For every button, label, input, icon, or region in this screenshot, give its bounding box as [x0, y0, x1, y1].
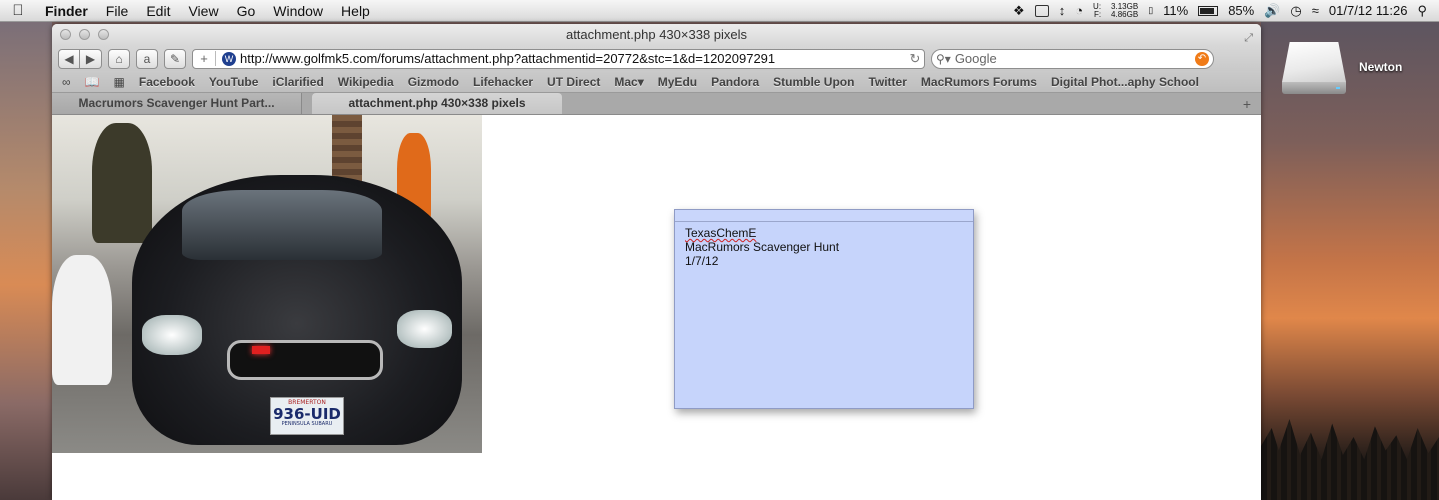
close-window-button[interactable] [60, 29, 71, 40]
search-icon: ⚲▾ [936, 51, 951, 66]
photo-man-kneeling [52, 255, 112, 385]
menu-file[interactable]: File [97, 3, 138, 19]
menu-help[interactable]: Help [332, 3, 379, 19]
photo-license-plate: BREMERTON 936-UID PENINSULA SUBARU [270, 397, 344, 435]
photo-grille [227, 340, 383, 380]
top-sites-grid-icon[interactable]: ▦ [114, 75, 125, 89]
zoom-window-button[interactable] [98, 29, 109, 40]
menu-window[interactable]: Window [264, 3, 332, 19]
bookmark-facebook[interactable]: Facebook [139, 75, 195, 89]
search-placeholder: Google [954, 51, 997, 66]
photo-red-light [252, 346, 270, 354]
menu-go[interactable]: Go [228, 3, 265, 19]
tab-bar: Macrumors Scavenger Hunt Part... attachm… [52, 93, 1261, 115]
clock-icon[interactable]: ◷ [1290, 3, 1301, 19]
tab-attachment[interactable]: attachment.php 430×338 pixels [312, 93, 562, 114]
reload-icon[interactable]: ↻ [906, 51, 924, 67]
volume-icon[interactable]: 🔊 [1264, 3, 1280, 19]
plate-number: 936-UID [273, 405, 341, 423]
page-content: BREMERTON 936-UID PENINSULA SUBARU Texas… [52, 115, 1261, 485]
url-text[interactable]: http://www.golfmk5.com/forums/attachment… [240, 51, 906, 66]
bookmark-lifehacker[interactable]: Lifehacker [473, 75, 533, 89]
sync-arrows-icon[interactable]: ↕ [1059, 3, 1066, 18]
photo-officer [92, 123, 152, 243]
photo-windshield [182, 190, 382, 260]
bookmark-mac-folder[interactable]: Mac▾ [614, 75, 643, 89]
browser-toolbar: ◀ ▶ ⌂ a ✎ + W http://www.golfmk5.com/for… [52, 46, 1261, 71]
hard-drive-icon[interactable] [1282, 42, 1346, 94]
bookmark-pandora[interactable]: Pandora [711, 75, 759, 89]
wifi-icon[interactable]: ≈ [1312, 3, 1319, 18]
home-button[interactable]: ⌂ [108, 48, 130, 69]
bookmark-digital-photography-school[interactable]: Digital Phot...aphy School [1051, 75, 1199, 89]
desktop-wallpaper-left [0, 22, 52, 500]
fullscreen-icon[interactable]: ⤢ [1244, 27, 1253, 49]
menu-edit[interactable]: Edit [137, 3, 179, 19]
note-line-date[interactable]: 1/7/12 [685, 254, 963, 268]
back-button[interactable]: ◀ [58, 48, 80, 69]
menu-status-area: ❖ ↕ ◔ U: F: 3.13GB 4.86GB ▯ 11% 85% 🔊 ◷ ≈ … [1013, 0, 1439, 21]
drive-label[interactable]: Newton [1359, 60, 1402, 74]
time-machine-icon[interactable]: ◔ [1075, 3, 1083, 18]
bookmark-iclarified[interactable]: iClarified [272, 75, 323, 89]
address-bar[interactable]: + W http://www.golfmk5.com/forums/attach… [192, 48, 925, 69]
plate-bottom-text: PENINSULA SUBARU [281, 421, 333, 427]
menu-clock[interactable]: 01/7/12 11:26 [1329, 3, 1408, 18]
menu-app-name[interactable]: Finder [36, 3, 97, 19]
bookmark-wikipedia[interactable]: Wikipedia [338, 75, 394, 89]
menu-bar:  Finder File Edit View Go Window Help ❖… [0, 0, 1439, 22]
menu-view[interactable]: View [179, 3, 227, 19]
window-title: attachment.php 430×338 pixels [565, 27, 748, 42]
safari-window: attachment.php 430×338 pixels ⤢ ◀ ▶ ⌂ a … [52, 24, 1261, 500]
cpu-usage[interactable]: 11% [1163, 3, 1188, 18]
minimize-window-button[interactable] [79, 29, 90, 40]
apple-menu-icon[interactable]:  [0, 2, 36, 19]
bookmark-myedu[interactable]: MyEdu [658, 75, 697, 89]
bookmark-twitter[interactable]: Twitter [868, 75, 906, 89]
sticky-note-body[interactable]: TexasChemE MacRumors Scavenger Hunt 1/7/… [675, 222, 973, 272]
snapback-icon[interactable]: ↶ [1195, 51, 1209, 66]
note-line-event[interactable]: MacRumors Scavenger Hunt [685, 240, 963, 254]
photo-headlight-left [142, 315, 202, 355]
reading-glasses-icon[interactable]: ∞ [62, 75, 71, 89]
add-bookmark-icon[interactable]: + [193, 51, 216, 66]
search-field[interactable]: ⚲▾ Google ↶ [931, 48, 1214, 69]
bookmark-ut-direct[interactable]: UT Direct [547, 75, 600, 89]
dropbox-icon[interactable]: ❖ [1013, 3, 1025, 19]
photo-headlight-right [397, 310, 452, 348]
sticky-note[interactable]: TexasChemE MacRumors Scavenger Hunt 1/7/… [674, 209, 974, 409]
note-line-username[interactable]: TexasChemE [685, 226, 963, 240]
bookmark-macrumors-forums[interactable]: MacRumors Forums [921, 75, 1037, 89]
bookmark-gizmodo[interactable]: Gizmodo [408, 75, 459, 89]
bookmarks-bar: ∞ 📖 ▦ Facebook YouTube iClarified Wikipe… [52, 71, 1261, 93]
spotlight-icon[interactable]: ⚲ [1417, 3, 1427, 19]
attachment-photo: BREMERTON 936-UID PENINSULA SUBARU [52, 115, 482, 453]
disk-usage-readout[interactable]: 3.13GB 4.86GB [1111, 2, 1138, 19]
disk-usage-labels: U: F: [1093, 1, 1102, 19]
battery-icon[interactable] [1198, 5, 1219, 16]
bookmark-stumble-upon[interactable]: Stumble Upon [773, 75, 854, 89]
tab-macrumors-scavenger-hunt[interactable]: Macrumors Scavenger Hunt Part... [52, 93, 302, 114]
forward-button[interactable]: ▶ [80, 48, 102, 69]
new-tab-icon[interactable]: + [1243, 96, 1251, 112]
bookmark-youtube[interactable]: YouTube [209, 75, 259, 89]
amazon-extension-icon[interactable]: a [136, 48, 158, 69]
reader-extension-icon[interactable]: ✎ [164, 48, 186, 69]
battery-percent[interactable]: 85% [1228, 3, 1254, 18]
bookmarks-book-icon[interactable]: 📖 [85, 75, 100, 89]
sticky-note-titlebar[interactable] [675, 210, 973, 222]
cpu-meter-icon: ▯ [1148, 5, 1154, 15]
screen-share-icon[interactable] [1034, 4, 1049, 17]
site-favicon: W [222, 51, 236, 66]
window-titlebar[interactable]: attachment.php 430×338 pixels ⤢ [52, 24, 1261, 46]
